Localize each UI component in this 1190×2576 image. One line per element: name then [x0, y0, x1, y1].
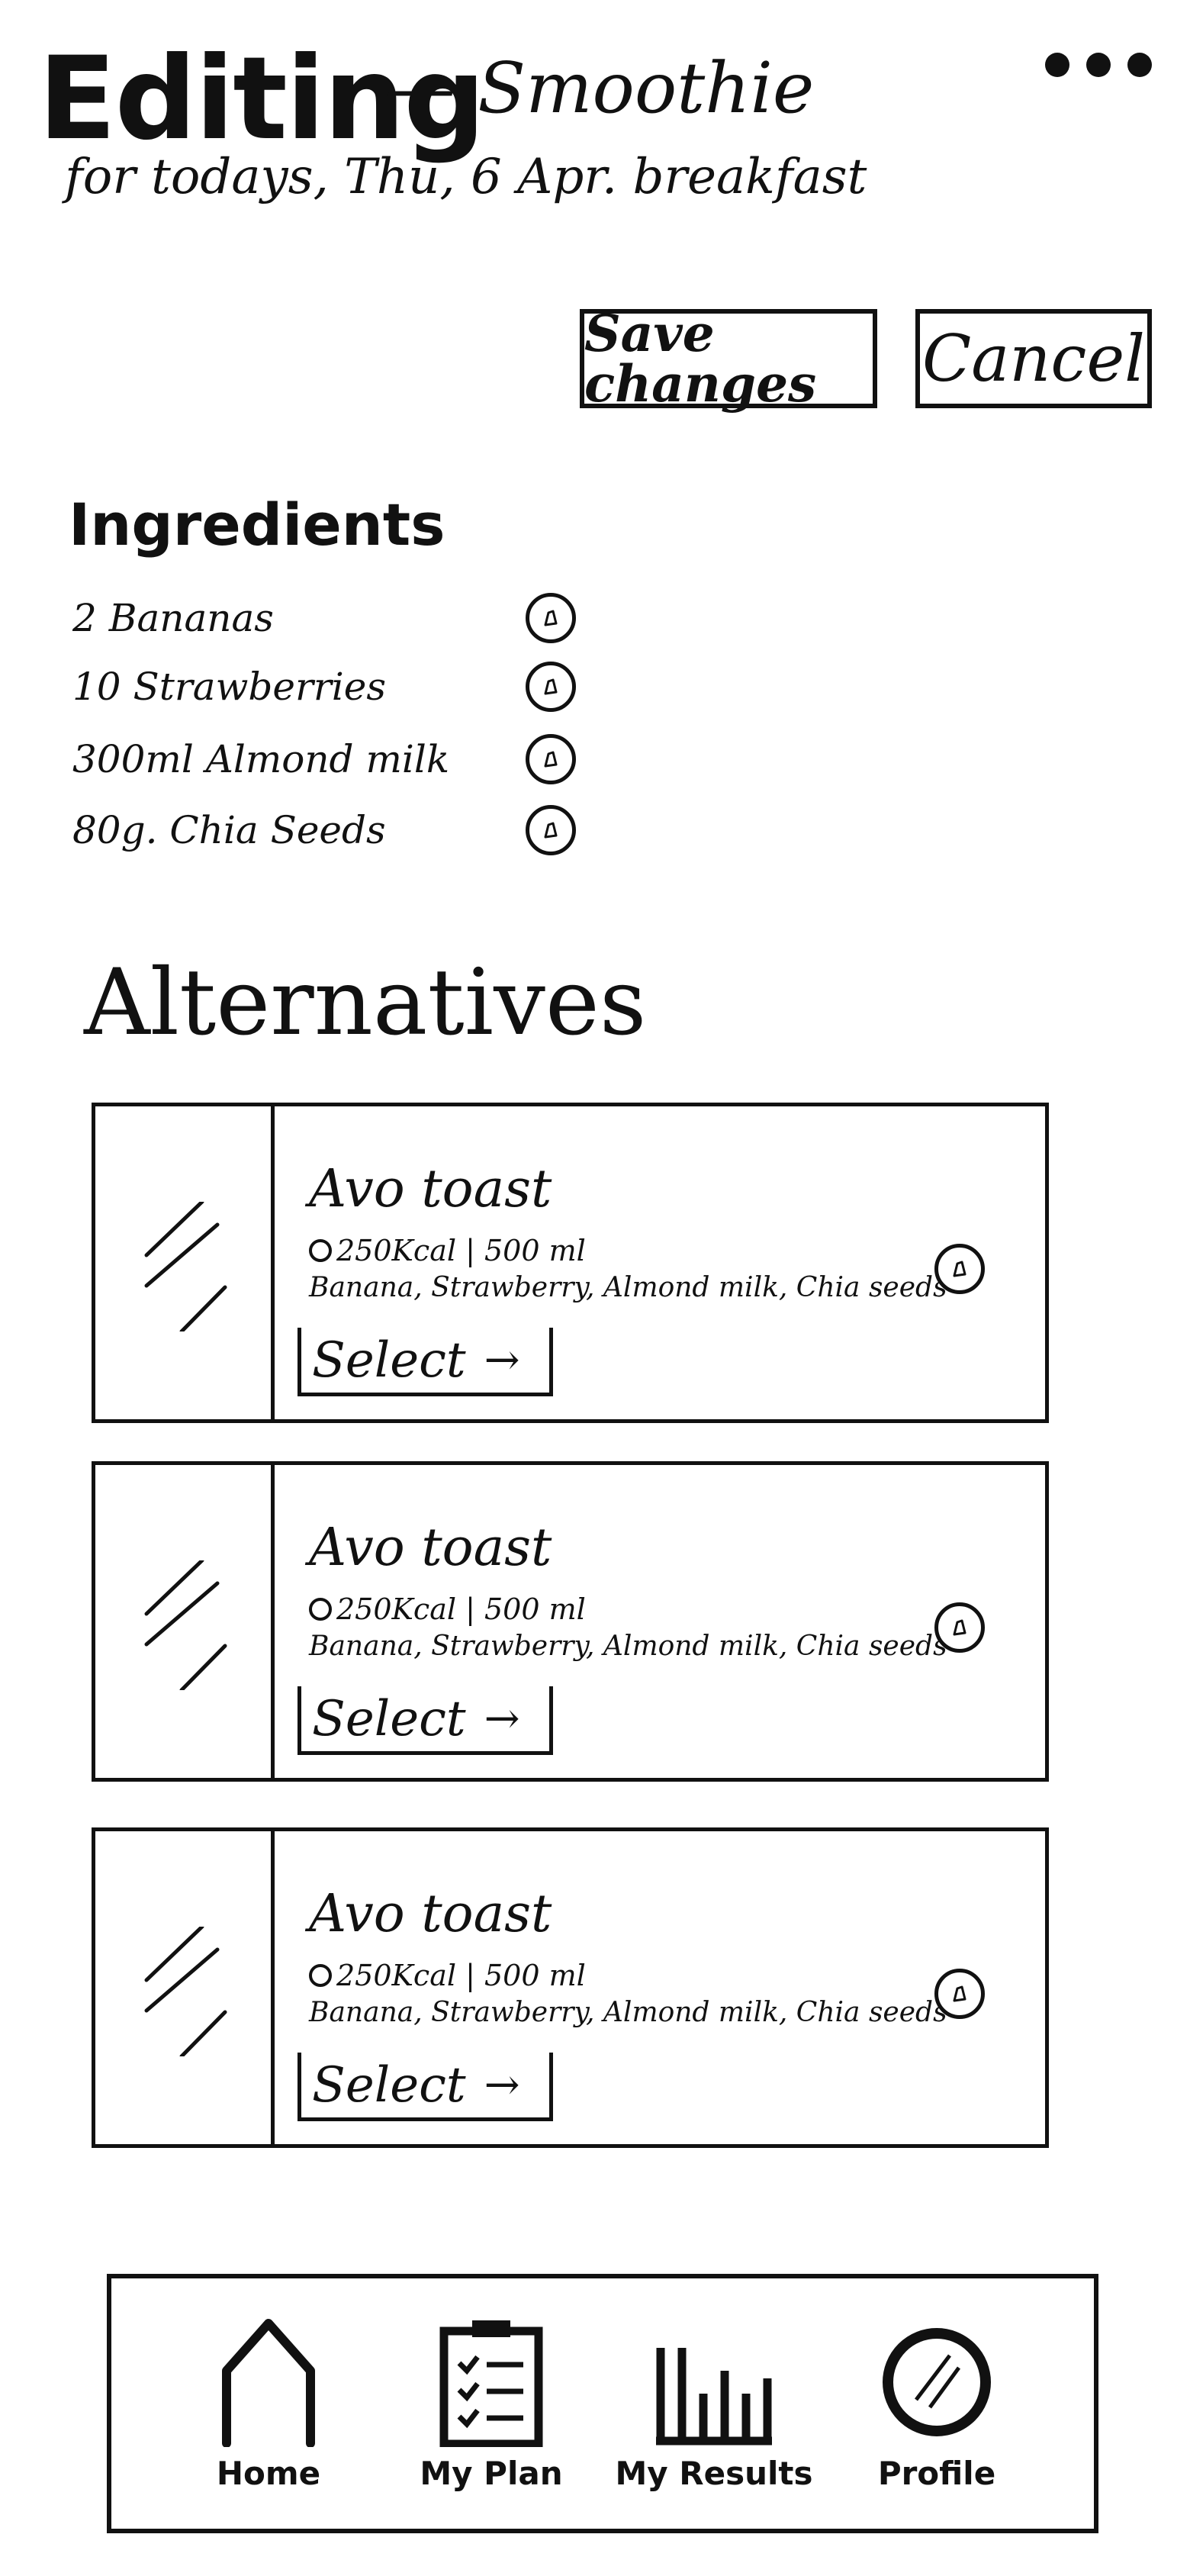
more-options-button[interactable]	[1045, 46, 1152, 84]
nav-item-profile[interactable]: Profile	[845, 2317, 1028, 2490]
image-placeholder	[95, 1831, 275, 2144]
select-label: Select	[312, 1331, 466, 1389]
cancel-button[interactable]: Cancel	[915, 309, 1152, 408]
select-button[interactable]: Select →	[298, 1686, 553, 1755]
kcal-icon	[309, 1598, 332, 1621]
alternative-meta: 250Kcal | 500 ml	[309, 1595, 586, 1624]
alternative-card: Avo toast 250Kcal | 500 ml Banana, Straw…	[92, 1103, 1049, 1423]
arrow-right-icon: →	[484, 2059, 520, 2110]
arrow-right-icon: →	[484, 1693, 520, 1744]
bottom-navigation: Home My Plan My Results Profile	[107, 2274, 1098, 2533]
nav-label-my-plan: My Plan	[420, 2455, 563, 2492]
alternative-title: Avo toast	[309, 1518, 552, 1578]
kcal-icon	[309, 1239, 332, 1262]
image-placeholder	[95, 1465, 275, 1778]
ingredient-row: 2 Bananas	[72, 584, 576, 652]
ingredient-label: 2 Bananas	[72, 596, 274, 640]
nav-item-home[interactable]: Home	[177, 2317, 360, 2490]
home-icon	[222, 2319, 315, 2447]
edit-icon[interactable]	[934, 1244, 985, 1294]
ingredient-label: 80g. Chia Seeds	[72, 808, 386, 852]
ingredient-row: 300ml Almond milk	[72, 725, 576, 794]
alternative-ingredients: Banana, Strawberry, Almond milk, Chia se…	[309, 1631, 947, 1662]
clipboard-icon	[439, 2320, 543, 2447]
alternative-meta-text: 250Kcal | 500 ml	[336, 1959, 586, 1992]
recipe-name: — Smoothie	[385, 47, 815, 129]
nav-item-my-results[interactable]: My Results	[616, 2317, 813, 2490]
edit-icon[interactable]	[526, 734, 576, 784]
save-changes-button[interactable]: Save changes	[580, 308, 877, 409]
select-label: Select	[312, 2056, 466, 2114]
alternative-ingredients: Banana, Strawberry, Almond milk, Chia se…	[309, 1997, 947, 2028]
edit-icon[interactable]	[526, 805, 576, 855]
nav-item-my-plan[interactable]: My Plan	[400, 2317, 583, 2490]
alternative-meta: 250Kcal | 500 ml	[309, 1961, 586, 1990]
more-dots-icon	[1127, 53, 1152, 77]
select-button[interactable]: Select →	[298, 1328, 553, 1396]
more-dots-icon	[1045, 53, 1069, 77]
alternatives-heading: Alternatives	[84, 950, 647, 1056]
profile-icon	[883, 2328, 991, 2436]
more-dots-icon	[1086, 53, 1111, 77]
meal-context: for todays, Thu, 6 Apr. breakfast	[65, 149, 867, 205]
edit-icon[interactable]	[526, 593, 576, 643]
arrow-right-icon: →	[484, 1335, 520, 1385]
ingredient-label: 300ml Almond milk	[72, 737, 450, 781]
alternative-ingredients: Banana, Strawberry, Almond milk, Chia se…	[309, 1272, 947, 1303]
edit-icon[interactable]	[934, 1602, 985, 1653]
edit-icon[interactable]	[526, 662, 576, 712]
kcal-icon	[309, 1964, 332, 1987]
nav-label-profile: Profile	[877, 2455, 996, 2492]
nav-label-my-results: My Results	[615, 2455, 813, 2492]
alternative-title: Avo toast	[309, 1159, 552, 1219]
ingredient-label: 10 Strawberries	[72, 665, 387, 709]
edit-icon[interactable]	[934, 1969, 985, 2019]
alternative-meta-text: 250Kcal | 500 ml	[336, 1234, 586, 1267]
ingredient-row: 80g. Chia Seeds	[72, 796, 576, 865]
image-placeholder	[95, 1106, 275, 1419]
select-button[interactable]: Select →	[298, 2053, 553, 2121]
alternative-card: Avo toast 250Kcal | 500 ml Banana, Straw…	[92, 1461, 1049, 1782]
alternative-title: Avo toast	[309, 1884, 552, 1944]
alternative-meta: 250Kcal | 500 ml	[309, 1236, 586, 1265]
bar-chart-icon	[656, 2348, 772, 2446]
alternative-meta-text: 250Kcal | 500 ml	[336, 1592, 586, 1626]
ingredient-row: 10 Strawberries	[72, 652, 576, 721]
nav-label-home: Home	[216, 2455, 321, 2492]
ingredients-heading: Ingredients	[69, 491, 445, 559]
select-label: Select	[312, 1690, 466, 1747]
alternative-card: Avo toast 250Kcal | 500 ml Banana, Straw…	[92, 1827, 1049, 2148]
